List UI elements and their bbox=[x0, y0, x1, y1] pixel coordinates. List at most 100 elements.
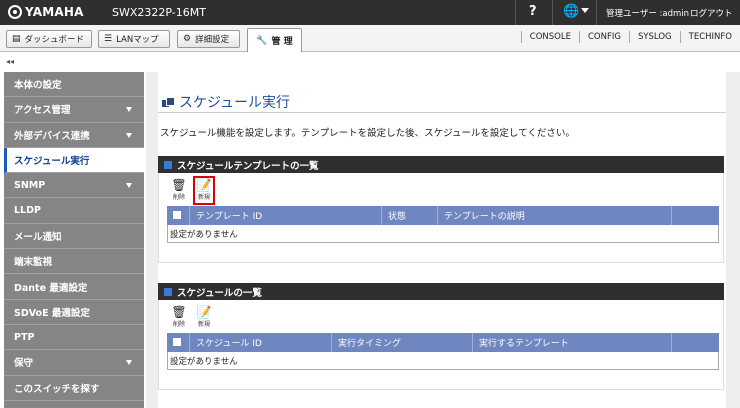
sidebar-item-label: 保守 bbox=[14, 358, 34, 370]
sidebar-item-label: 外部デバイス連携 bbox=[14, 130, 90, 142]
globe-icon[interactable]: 🌐 bbox=[563, 4, 579, 19]
sidebar-item[interactable]: このスイッチを探す bbox=[4, 376, 144, 401]
sidebar-item-label: Dante 最適設定 bbox=[14, 282, 88, 294]
page-description: スケジュール機能を設定します。テンプレートを設定した後、スケジュールを設定してく… bbox=[160, 128, 575, 139]
main-area: スケジュール実行 スケジュール機能を設定します。テンプレートを設定した後、スケジ… bbox=[146, 72, 740, 408]
sidebar-item[interactable]: 外部デバイス連携 bbox=[4, 123, 144, 148]
nav-bar: ▤ ダッシュボード ☰ LANマップ ⚙ 詳細設定 🔧 管 理 CONSOLE … bbox=[0, 25, 740, 52]
chevron-down-icon bbox=[126, 360, 132, 366]
template-empty-text: 設定がありません bbox=[170, 229, 238, 240]
schedule-table: スケジュール ID 実行タイミング 実行するテンプレート 設定がありません bbox=[167, 333, 719, 370]
schedule-empty-text: 設定がありません bbox=[170, 356, 238, 367]
brand-name: YAMAHA bbox=[25, 5, 84, 19]
select-all-checkbox[interactable] bbox=[173, 211, 181, 219]
sidebar-item[interactable]: 端末監視 bbox=[4, 249, 144, 275]
sidebar-item-label: このスイッチを探す bbox=[14, 383, 100, 395]
detail-settings-label: 詳細設定 bbox=[195, 35, 230, 45]
chevron-down-icon[interactable] bbox=[581, 8, 589, 13]
template-table-header: テンプレート ID 状態 テンプレートの説明 bbox=[167, 206, 719, 225]
sidebar-item[interactable]: スケジュール実行 bbox=[4, 147, 144, 174]
sidebar-item[interactable]: メール通知 bbox=[4, 224, 144, 250]
template-delete-label: 削除 bbox=[172, 194, 185, 201]
dashboard-button[interactable]: ▤ ダッシュボード bbox=[6, 30, 92, 48]
schedule-new-button[interactable]: 📝 新規 bbox=[194, 305, 214, 331]
template-list-header: スケジュールテンプレートの一覧 bbox=[158, 156, 724, 173]
column-actions bbox=[671, 333, 719, 352]
schedule-list-panel: 🗑 削除 📝 新規 スケジュール ID 実行タイミング 実行するテンプレート 設… bbox=[158, 300, 724, 390]
divider bbox=[552, 0, 553, 25]
lan-map-icon: ☰ bbox=[104, 34, 113, 44]
sidebar-item-label: PTP bbox=[14, 331, 35, 343]
chevron-down-icon bbox=[126, 183, 132, 189]
title-icon bbox=[162, 97, 175, 107]
column-schedule-id[interactable]: スケジュール ID bbox=[189, 333, 262, 352]
select-all-checkbox[interactable] bbox=[173, 338, 181, 346]
help-icon[interactable]: ? bbox=[529, 4, 537, 19]
sidebar-item-label: スケジュール実行 bbox=[14, 156, 90, 168]
column-template-description[interactable]: テンプレートの説明 bbox=[437, 206, 525, 225]
logout-link[interactable]: ログアウト bbox=[690, 7, 733, 19]
sidebar-item-label: 本体の設定 bbox=[14, 80, 62, 92]
lan-map-button[interactable]: ☰ LANマップ bbox=[98, 30, 170, 48]
divider bbox=[596, 0, 597, 25]
schedule-new-label: 新規 bbox=[197, 321, 210, 328]
schedule-table-header: スケジュール ID 実行タイミング 実行するテンプレート bbox=[167, 333, 719, 352]
schedule-delete-button[interactable]: 🗑 削除 bbox=[169, 305, 189, 331]
wrench-icon: 🔧 bbox=[256, 35, 268, 46]
highlight-box bbox=[193, 176, 215, 205]
sidebar-item[interactable]: LLDP bbox=[4, 198, 144, 224]
content-panel: スケジュール実行 スケジュール機能を設定します。テンプレートを設定した後、スケジ… bbox=[158, 72, 726, 408]
dashboard-icon: ▤ bbox=[12, 34, 21, 44]
sidebar-item-label: メール通知 bbox=[14, 231, 62, 243]
template-list-title: スケジュールテンプレートの一覧 bbox=[177, 160, 319, 172]
detail-settings-button[interactable]: ⚙ 詳細設定 bbox=[177, 30, 240, 48]
chevron-down-icon bbox=[126, 132, 132, 138]
sidebar-item-label: SDVoE 最適設定 bbox=[14, 307, 90, 319]
page-title: スケジュール実行 bbox=[162, 92, 290, 112]
sidebar-item[interactable]: SDVoE 最適設定 bbox=[4, 300, 144, 325]
sidebar-item[interactable]: 本体の設定 bbox=[4, 72, 144, 98]
user-label: 管理ユーザー :admin bbox=[606, 9, 690, 19]
page-title-text: スケジュール実行 bbox=[179, 95, 291, 111]
column-execution-timing[interactable]: 実行タイミング bbox=[331, 333, 401, 352]
collapse-sidebar-icon[interactable]: ◂◂ bbox=[6, 57, 14, 66]
sidebar-item[interactable]: PTP bbox=[4, 325, 144, 351]
column-execution-template[interactable]: 実行するテンプレート bbox=[472, 333, 569, 352]
divider bbox=[515, 0, 516, 25]
chevron-down-icon bbox=[126, 107, 132, 113]
console-link[interactable]: CONSOLE bbox=[520, 31, 579, 43]
section-marker-icon bbox=[164, 160, 172, 169]
top-bar: YAMAHA SWX2322P-16MT ? 🌐 管理ユーザー :admin ロ… bbox=[0, 0, 740, 25]
sidebar-item[interactable]: Dante 最適設定 bbox=[4, 274, 144, 300]
dashboard-label: ダッシュボード bbox=[24, 35, 85, 45]
sidebar-item-label: アクセス管理 bbox=[14, 105, 71, 117]
sidebar: 本体の設定アクセス管理外部デバイス連携 スケジュール実行 SNMP LLDP メール通知… bbox=[4, 72, 144, 408]
new-edit-icon: 📝 bbox=[196, 305, 212, 319]
yamaha-logo-icon bbox=[8, 5, 22, 19]
syslog-link[interactable]: SYSLOG bbox=[628, 31, 680, 43]
template-list-panel: 🗑 削除 📝 新規 テンプレート ID 状態 テンプレートの説明 設定がありませ… bbox=[158, 173, 724, 263]
schedule-list-header: スケジュールの一覧 bbox=[158, 283, 724, 300]
techinfo-link[interactable]: TECHINFO bbox=[679, 31, 740, 43]
sidebar-item-label: LLDP bbox=[14, 205, 41, 217]
column-status[interactable]: 状態 bbox=[381, 206, 406, 225]
lan-map-label: LANマップ bbox=[116, 35, 159, 45]
column-template-id[interactable]: テンプレート ID bbox=[189, 206, 262, 225]
tab-management[interactable]: 🔧 管 理 bbox=[247, 28, 302, 52]
sidebar-item[interactable]: 保守 bbox=[4, 350, 144, 376]
trash-icon: 🗑 bbox=[171, 305, 187, 319]
yamaha-logo: YAMAHA bbox=[8, 5, 84, 19]
sidebar-item[interactable]: アクセス管理 bbox=[4, 97, 144, 123]
sidebar-item-label: SNMP bbox=[14, 179, 46, 191]
sidebar-item-label: 端末監視 bbox=[14, 257, 53, 269]
divider bbox=[158, 112, 726, 113]
model-name: SWX2322P-16MT bbox=[112, 6, 206, 19]
management-label: 管 理 bbox=[271, 37, 293, 47]
column-actions bbox=[671, 206, 719, 225]
template-table: テンプレート ID 状態 テンプレートの説明 設定がありません bbox=[167, 206, 719, 243]
schedule-delete-label: 削除 bbox=[172, 321, 185, 328]
sidebar-item[interactable]: SNMP bbox=[4, 173, 144, 199]
schedule-empty-row: 設定がありません bbox=[167, 352, 719, 370]
config-link[interactable]: CONFIG bbox=[578, 31, 629, 43]
template-delete-button[interactable]: 🗑 削除 bbox=[169, 178, 189, 204]
